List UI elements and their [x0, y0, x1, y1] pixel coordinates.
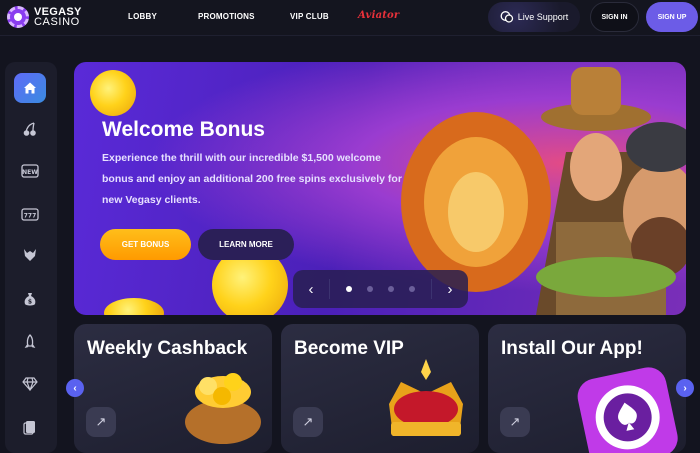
- learn-more-button[interactable]: LEARN MORE: [198, 229, 294, 260]
- get-bonus-button[interactable]: GET BONUS: [100, 229, 191, 260]
- money-bag-icon[interactable]: $: [14, 284, 46, 314]
- nav-promotions[interactable]: PROMOTIONS: [198, 12, 255, 21]
- carousel-dot[interactable]: [345, 286, 352, 292]
- money-bag-illustration: [185, 373, 261, 444]
- arrow-up-right-icon[interactable]: ↗: [293, 407, 323, 437]
- svg-text:NEW: NEW: [22, 169, 38, 176]
- top-header: VEGASY CASINO LOBBY PROMOTIONS VIP CLUB …: [0, 0, 700, 36]
- promo-card-vip[interactable]: Become VIP ↗: [281, 324, 479, 453]
- rocket-icon[interactable]: [14, 327, 46, 357]
- welcome-bonus-banner: Welcome Bonus Experience the thrill with…: [74, 62, 686, 315]
- promo-card-app[interactable]: Install Our App! ↗: [488, 324, 686, 453]
- carousel-dots: [329, 279, 432, 299]
- gold-coin-image: [104, 298, 164, 315]
- promo-card-cashback[interactable]: Weekly Cashback ↗: [74, 324, 272, 453]
- banner-description: Experience the thrill with our incredibl…: [102, 152, 402, 206]
- banner-title: Welcome Bonus: [102, 118, 265, 141]
- live-support-label: Live Support: [517, 12, 569, 22]
- carousel-dot[interactable]: [409, 286, 416, 292]
- logo-subtitle: CASINO: [34, 16, 80, 28]
- chevron-right-icon[interactable]: ›: [432, 281, 468, 298]
- cards-icon[interactable]: [14, 412, 46, 442]
- nav-lobby[interactable]: LOBBY: [128, 12, 157, 21]
- app-chip-illustration: [577, 367, 678, 453]
- slot-machine-icon[interactable]: 777: [14, 199, 46, 229]
- svg-text:$: $: [28, 299, 32, 306]
- carousel-dot[interactable]: [366, 286, 373, 292]
- crown-illustration: [389, 359, 463, 436]
- chat-icon: [500, 11, 513, 23]
- wolf-icon[interactable]: [14, 240, 46, 270]
- promo-card-title: Install Our App!: [501, 338, 643, 359]
- casino-chip-icon: [7, 6, 29, 28]
- banner-carousel-controls: ‹ ›: [293, 270, 468, 308]
- svg-text:777: 777: [24, 213, 37, 220]
- promo-card-title: Weekly Cashback: [87, 338, 248, 359]
- carousel-dot[interactable]: [388, 286, 395, 292]
- gold-coin-image: [90, 70, 136, 116]
- brand-logo[interactable]: VEGASY CASINO: [7, 6, 82, 28]
- promo-prev-button[interactable]: ‹: [66, 379, 84, 397]
- cherries-icon[interactable]: [14, 114, 46, 144]
- new-games-icon[interactable]: NEW: [14, 156, 46, 186]
- arrow-up-right-icon[interactable]: ↗: [500, 407, 530, 437]
- sign-in-button[interactable]: SIGN IN: [590, 2, 639, 32]
- chevron-left-icon[interactable]: ‹: [293, 281, 329, 298]
- arrow-up-right-icon[interactable]: ↗: [86, 407, 116, 437]
- promo-next-button[interactable]: ›: [676, 379, 694, 397]
- nav-vip-club[interactable]: VIP CLUB: [290, 12, 329, 21]
- home-icon[interactable]: [14, 73, 46, 103]
- category-sidebar: NEW 777 $: [5, 62, 57, 453]
- sign-up-button[interactable]: SIGN UP: [646, 2, 698, 32]
- diamond-icon[interactable]: [14, 369, 46, 399]
- live-support-button[interactable]: Live Support: [488, 2, 580, 32]
- nav-aviator[interactable]: Aviator: [358, 10, 399, 21]
